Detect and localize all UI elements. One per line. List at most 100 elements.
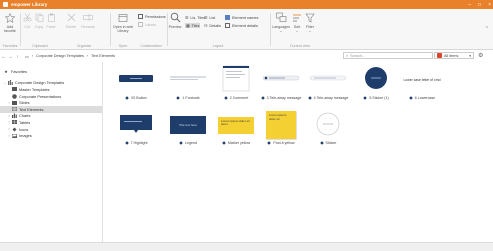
view-list-tiles-button[interactable]: ☰ Lis. Tiles [185,15,205,21]
ribbon: Add favorite Favorites Cut Copy Paste Cl… [0,9,493,50]
breadcrumb-item[interactable]: Text Elements [91,54,115,58]
element-type-icon [363,96,368,100]
chevron-down-icon: ▾ [469,53,471,58]
delete-x-icon [66,12,77,23]
view-details-button[interactable]: ☷ Details [204,23,221,29]
tree-item-icons[interactable]: › Icons [0,126,102,133]
open-library-button[interactable]: Open in web Library [112,12,134,33]
library-icon [7,80,13,86]
search-icon: ⌕ [346,53,349,58]
search-placeholder: Search... [350,53,366,58]
element-thumbnail [296,110,360,140]
element-grid: 00 Button 1 Footnote 2 Comment 3 Tele-aw… [104,62,493,242]
back-arrow-icon[interactable]: ← [0,54,7,59]
star-icon: ★ [4,68,8,74]
element-label: 7 Highlight [130,141,148,145]
text-elements-icon [11,107,17,112]
element-details-checkbox[interactable]: Element details [225,23,258,28]
element-type-icon [179,141,183,145]
element-type-icon [260,96,265,100]
element-type-icon [176,96,181,100]
filter-button[interactable]: Filter ⌄ [304,12,316,33]
checkbox-icon [225,23,230,28]
tree-item-slides[interactable]: › Slides [0,99,102,106]
element-type-icon [319,141,324,145]
paste-button[interactable]: Paste [46,12,56,29]
ribbon-group-clipboard: Cut Copy Paste Clipboard [22,12,58,48]
cut-button[interactable]: Cut [22,12,32,29]
permissions-button[interactable]: Permissions [138,14,166,19]
close-button[interactable]: × [488,2,491,8]
gear-icon[interactable]: ⚙ [478,52,483,59]
title-bar: empower Library – □ × [0,0,493,9]
element-names-checkbox[interactable]: Element names [225,15,258,20]
element-label: 6 Lowercase [414,96,436,100]
breadcrumb: ▭ › Corporate Design Templates › Text El… [25,54,116,59]
ribbon-group-current-view: Languages ⌄ Sort ⌄ Filter ⌄ Current view [272,12,328,48]
tree-item-root[interactable]: ⌄ Corporate Design Templates [0,80,102,87]
element-label: 2 Comment [229,96,249,100]
view-list-button[interactable]: ☰ List [204,15,215,21]
rename-button[interactable]: Rename [80,12,96,29]
ribbon-group-organize: Delete Rename Organize [60,12,108,48]
tree-item-favorites[interactable]: ★ Favorites [0,68,102,75]
minimize-button[interactable]: – [468,2,471,8]
status-bar [0,242,493,251]
window-controls: – □ × [468,0,491,9]
filter-flag-icon [437,53,442,58]
element-label: Legend [185,141,197,145]
funnel-icon [305,12,316,23]
tree-item-tables[interactable]: › Tables [0,119,102,126]
element-type-icon [408,96,413,100]
element-thumbnail: Lower case letter of cmd [390,65,454,95]
delete-button[interactable]: Delete [64,12,78,29]
template-icon [11,87,17,92]
languages-icon [275,12,287,23]
label-icon [138,22,143,27]
table-icon [11,120,17,125]
star-icon [5,12,16,23]
element-label: Sticker [325,141,337,145]
chevron-down-icon: ⌄ [295,29,299,33]
image-icon [11,133,17,138]
checkbox-checked-icon [225,15,230,20]
element-type-icon [307,96,312,100]
list-icon: ☰ [185,16,189,20]
sort-button[interactable]: Sort ⌄ [291,12,303,33]
ribbon-collapse-icon[interactable]: ⌃ [485,26,489,32]
element-label: Marker yellow [227,141,251,145]
element-label: 5 Sticker (1) [369,96,389,100]
magnifier-icon [170,12,181,23]
window-title: empower Library [11,2,48,7]
search-input[interactable]: ⌕ Search... [343,52,433,59]
thumbnail-text: Lorem ipsum dolor sit [266,111,296,139]
folder-icon: ▭ [25,54,29,59]
tree-item-master-templates[interactable]: Master Templates [0,86,102,93]
sort-icon [292,12,303,23]
up-arrow-icon[interactable]: ↑ [14,54,21,59]
item-filter-dropdown[interactable]: All items ▾ [434,52,474,59]
forward-arrow-icon[interactable]: → [7,54,14,59]
preview-button[interactable]: Preview [168,12,182,29]
address-bar: ← → ↑ ▭ › Corporate Design Templates › T… [0,51,493,61]
tree-item-text-elements[interactable]: Text Elements [0,105,102,113]
maximize-button[interactable]: □ [478,2,481,8]
thumbnail-text: Lower case letter of cmd [403,78,441,82]
tree-item-corporate-presentations[interactable]: Corporate Presentations [0,93,102,100]
tree-item-images[interactable]: › Images [0,132,102,139]
labels-button[interactable]: Labels [138,22,156,27]
chart-icon [11,113,17,119]
copy-button[interactable]: Copy [34,12,44,29]
ribbon-group-favorites: Add favorite Favorites [2,12,18,48]
breadcrumb-item[interactable]: Corporate Design Templates [36,54,84,58]
element-type-icon [124,141,129,145]
element-type-icon [267,141,272,145]
view-tiles-button[interactable]: ▦ Tiles [185,23,201,28]
add-favorite-button[interactable]: Add favorite [3,12,17,33]
element-type-icon [222,141,226,145]
thumbnail-text: Title text here [170,116,206,134]
languages-button[interactable]: Languages ⌄ [272,12,290,33]
app-logo-icon [3,2,8,7]
scissors-icon [22,12,33,23]
tree-item-charts[interactable]: › Charts [0,113,102,120]
